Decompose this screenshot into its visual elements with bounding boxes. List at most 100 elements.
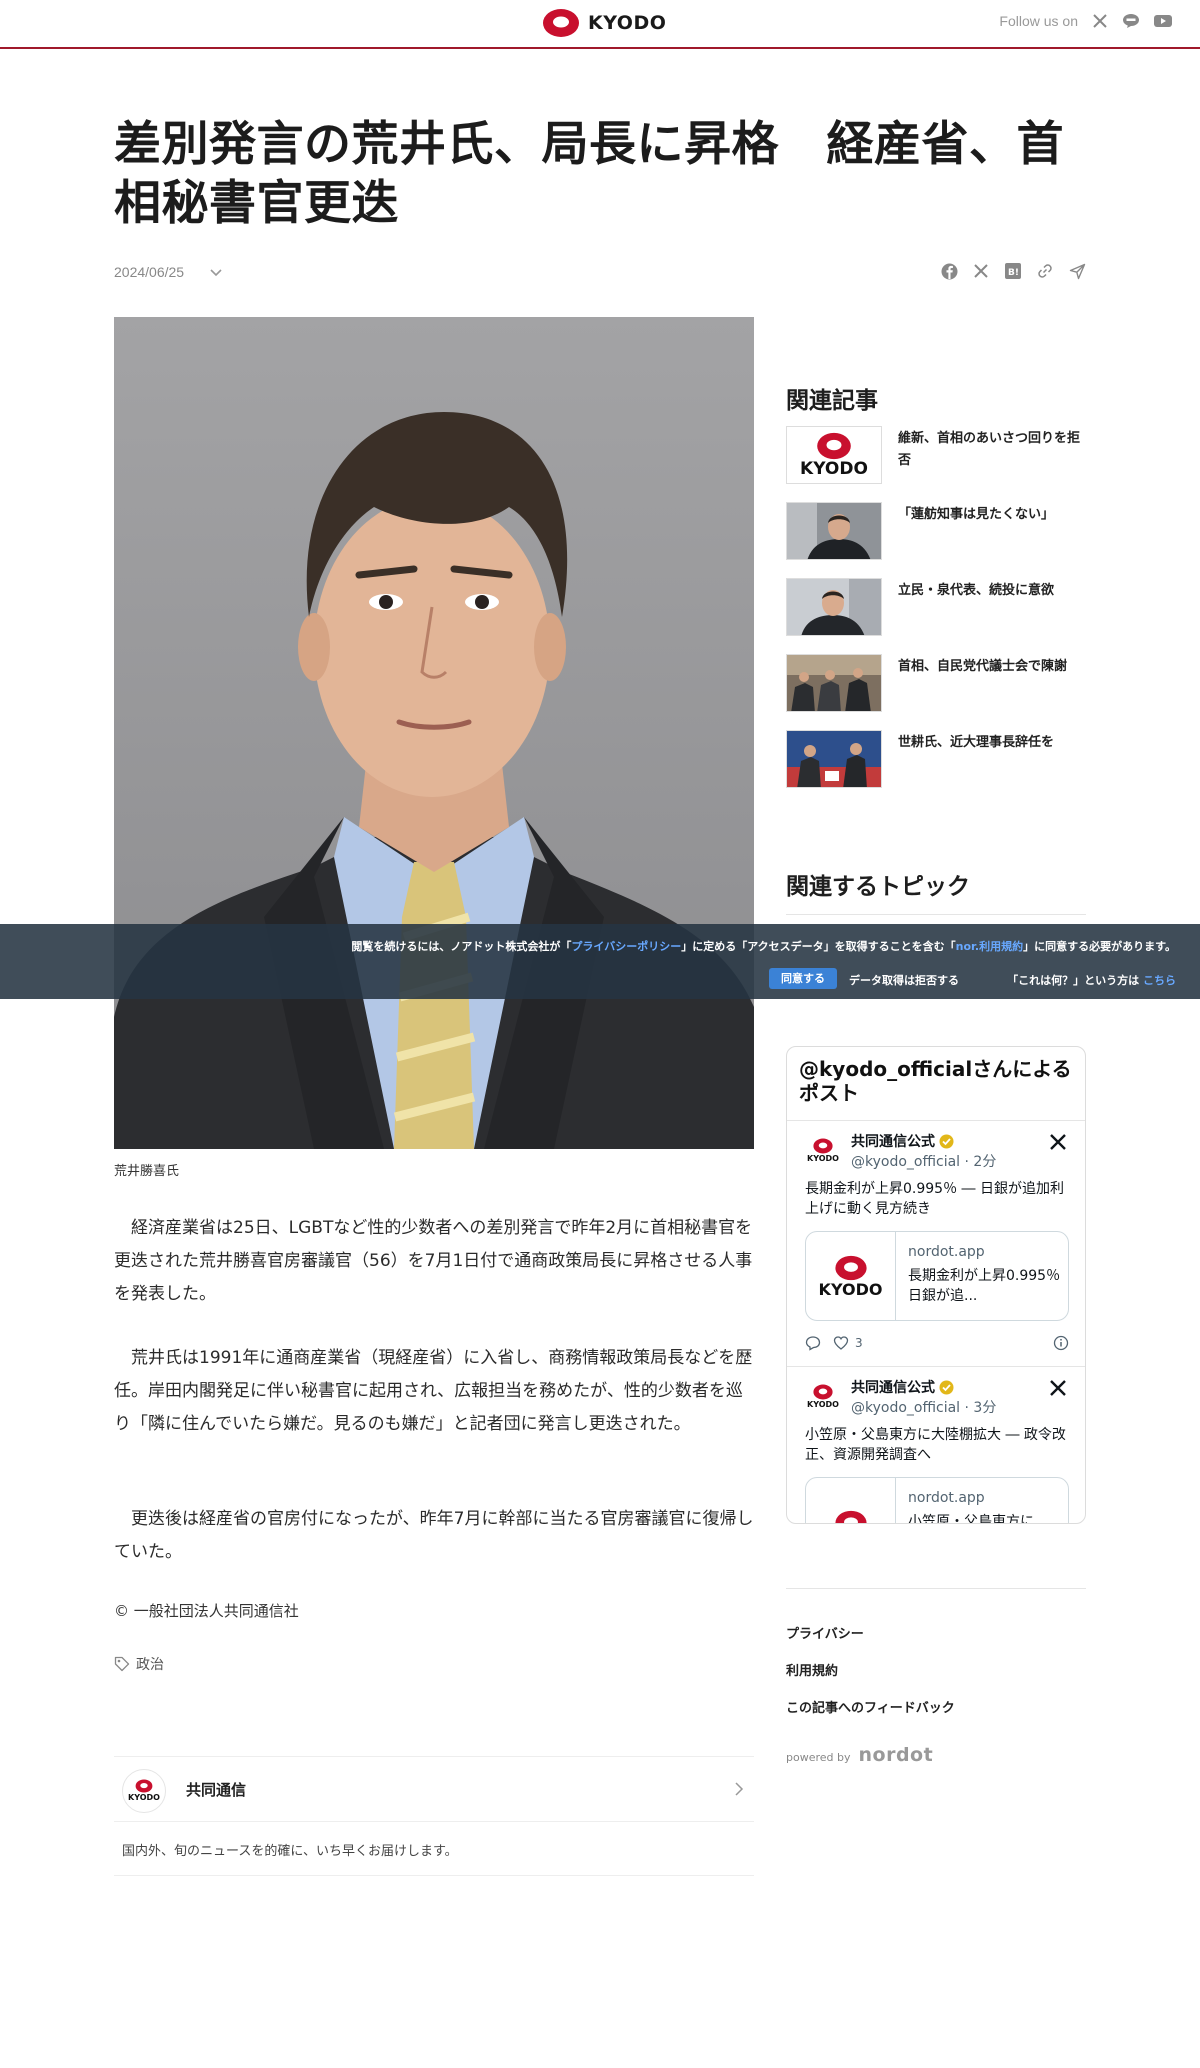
kyodo-logo-icon (817, 432, 851, 460)
related-article[interactable]: 「蓮舫知事は見たくない」 (786, 502, 1086, 560)
avatar-logo-text: KYODO (807, 1400, 839, 1409)
tweet-author: 共同通信公式 (851, 1131, 954, 1151)
related-title: 世耕氏、近大理事長辞任を (898, 735, 1055, 750)
kyodo-logo-icon (834, 1510, 867, 1523)
what-is-this-link[interactable]: こちら (1143, 974, 1176, 987)
publisher-link[interactable]: KYODO 共同通信 (114, 1756, 754, 1822)
powered-label: powered by (786, 1751, 851, 1764)
consent-text-part: 閲覧を続けるには、ノアドット株式会社が「 (351, 940, 572, 953)
article-title: 差別発言の荒井氏、局長に昇格 経産省、首相秘書官更迭 (114, 117, 1064, 231)
kyodo-logo-icon (543, 9, 579, 37)
tweet[interactable]: KYODO 共同通信公式 @kyodo_official · 3分 小笠原・父島… (787, 1367, 1085, 1524)
x-icon[interactable] (972, 262, 990, 280)
article-meta: 2024/06/25 B! (114, 262, 1086, 284)
follow-us: Follow us on (999, 13, 1172, 29)
related-article[interactable]: 立民・泉代表、続投に意欲 (786, 578, 1086, 636)
facebook-icon[interactable] (940, 262, 958, 280)
publisher-name: 共同通信 (186, 1781, 247, 1799)
copyright: © 一般社団法人共同通信社 (114, 1602, 299, 1620)
divider (786, 914, 1086, 915)
tweet-author-name: 共同通信公式 (851, 1134, 935, 1150)
publisher-description: 国内外、旬のニュースを的確に、いち早くお届けします。 (114, 1822, 754, 1876)
related-title: 首相、自民党代議士会で陳謝 (898, 659, 1068, 674)
consent-text-part: 」に定める「アクセスデータ」を取得することを含む「 (681, 940, 956, 953)
heart-icon[interactable] (833, 1335, 849, 1351)
related-article[interactable]: 世耕氏、近大理事長辞任を (786, 730, 1086, 788)
brand-name: KYODO (588, 12, 667, 34)
card-thumb (806, 1478, 896, 1523)
tweet-actions: 3 (805, 1333, 1069, 1353)
x-icon[interactable] (1092, 13, 1108, 29)
hatena-bookmark-icon[interactable]: B! (1004, 262, 1022, 280)
article-paragraph: 荒井氏は1991年に通商産業省（現経産省）に入省し、商務情報政策局長などを歴任。… (114, 1348, 753, 1434)
related-articles-heading: 関連記事 (786, 388, 878, 414)
kyodo-logo-icon (135, 1779, 153, 1793)
follow-label: Follow us on (999, 13, 1078, 29)
terms-of-use-link[interactable]: nor.利用規約 (956, 940, 1023, 953)
tweet-author-name: 共同通信公式 (851, 1380, 935, 1396)
tweet-avatar: KYODO (805, 1133, 841, 1169)
youtube-icon[interactable] (1154, 14, 1172, 28)
related-thumb (786, 654, 882, 712)
verified-badge-icon (939, 1380, 954, 1394)
like-count: 3 (855, 1336, 863, 1350)
svg-text:B!: B! (1008, 268, 1019, 278)
privacy-link[interactable]: プライバシー (786, 1623, 864, 1642)
info-icon[interactable] (1053, 1335, 1069, 1351)
verified-badge-icon (939, 1134, 954, 1148)
x-timeline-embed[interactable]: @kyodo_officialさんによるポスト KYODO 共同通信公式 @ky… (786, 1046, 1086, 1524)
publisher-avatar: KYODO (122, 1769, 166, 1813)
related-title: 「蓮舫知事は見たくない」 (898, 507, 1055, 522)
tag-label: 政治 (136, 1657, 164, 1673)
tweet-link-card[interactable]: KYODO nordot.app 長期金利が上昇0.995％ 日銀が追... (805, 1231, 1069, 1321)
card-thumb: KYODO (806, 1232, 896, 1320)
article-paragraph: 経済産業省は25日、LGBTなど性的少数者への差別発言で昨年2月に首相秘書官を更… (114, 1218, 753, 1304)
tweet-avatar: KYODO (805, 1379, 841, 1415)
related-article[interactable]: KYODO 維新、首相のあいさつ回りを拒否 (786, 426, 1086, 484)
card-title: 小笠原・父島東方に... (908, 1514, 1048, 1524)
link-icon[interactable] (1036, 262, 1054, 280)
article-photo (114, 317, 754, 1149)
divider (786, 1588, 1086, 1589)
tweet-text: 小笠原・父島東方に大陸棚拡大 ― 政令改正、資源開発調査へ (805, 1427, 1066, 1463)
kyodo-logo-icon (813, 1384, 833, 1400)
send-icon[interactable] (1068, 262, 1086, 280)
tweet-link-card[interactable]: nordot.app 小笠原・父島東方に... (805, 1477, 1069, 1524)
reply-icon[interactable] (805, 1335, 821, 1351)
related-thumb: KYODO (786, 426, 882, 484)
refuse-data-button[interactable]: データ取得は拒否する (849, 972, 959, 988)
terms-link[interactable]: 利用規約 (786, 1660, 838, 1679)
card-domain: nordot.app (908, 1490, 985, 1506)
related-thumb (786, 730, 882, 788)
kyodo-logo-icon (834, 1255, 867, 1281)
x-icon[interactable] (1049, 1379, 1067, 1397)
chevron-down-icon[interactable] (208, 264, 224, 280)
tweet-author: 共同通信公式 (851, 1377, 954, 1397)
tag-link[interactable]: 政治 (114, 1654, 164, 1674)
publisher-logo-text: KYODO (128, 1793, 160, 1802)
line-icon[interactable] (1122, 13, 1140, 29)
privacy-policy-link[interactable]: プライバシーポリシー (571, 940, 681, 953)
publish-date: 2024/06/25 (114, 264, 185, 280)
tweet-handle: @kyodo_official · 3分 (851, 1400, 997, 1416)
powered-by[interactable]: powered by nordot (786, 1744, 933, 1766)
brand-logo-link[interactable]: KYODO (542, 8, 666, 38)
feedback-link[interactable]: この記事へのフィードバック (786, 1697, 955, 1716)
related-article[interactable]: 首相、自民党代議士会で陳謝 (786, 654, 1086, 712)
tweet[interactable]: KYODO 共同通信公式 @kyodo_official · 2分 長期金利が上… (787, 1121, 1085, 1367)
nordot-logo: nordot (858, 1744, 934, 1766)
x-icon[interactable] (1049, 1133, 1067, 1151)
related-topics-heading: 関連するトピック (786, 874, 970, 900)
embed-heading: @kyodo_officialさんによるポスト (787, 1047, 1085, 1121)
consent-text-part: 」に同意する必要があります。 (1023, 940, 1176, 953)
consent-message: 閲覧を続けるには、ノアドット株式会社が「プライバシーポリシー」に定める「アクセス… (351, 938, 1176, 954)
what-is-this: 「これは何？」という方は こちら (1007, 972, 1176, 988)
kyodo-logo-icon (813, 1138, 833, 1154)
related-thumb (786, 578, 882, 636)
consent-what-text: 「これは何？」という方は (1007, 974, 1140, 987)
agree-button[interactable]: 同意する (769, 968, 837, 989)
card-title: 長期金利が上昇0.995％ 日銀が追... (908, 1268, 1062, 1304)
related-title: 維新、首相のあいさつ回りを拒否 (898, 431, 1081, 468)
consent-banner: 閲覧を続けるには、ノアドット株式会社が「プライバシーポリシー」に定める「アクセス… (0, 924, 1200, 999)
tweet-handle: @kyodo_official · 2分 (851, 1154, 997, 1170)
